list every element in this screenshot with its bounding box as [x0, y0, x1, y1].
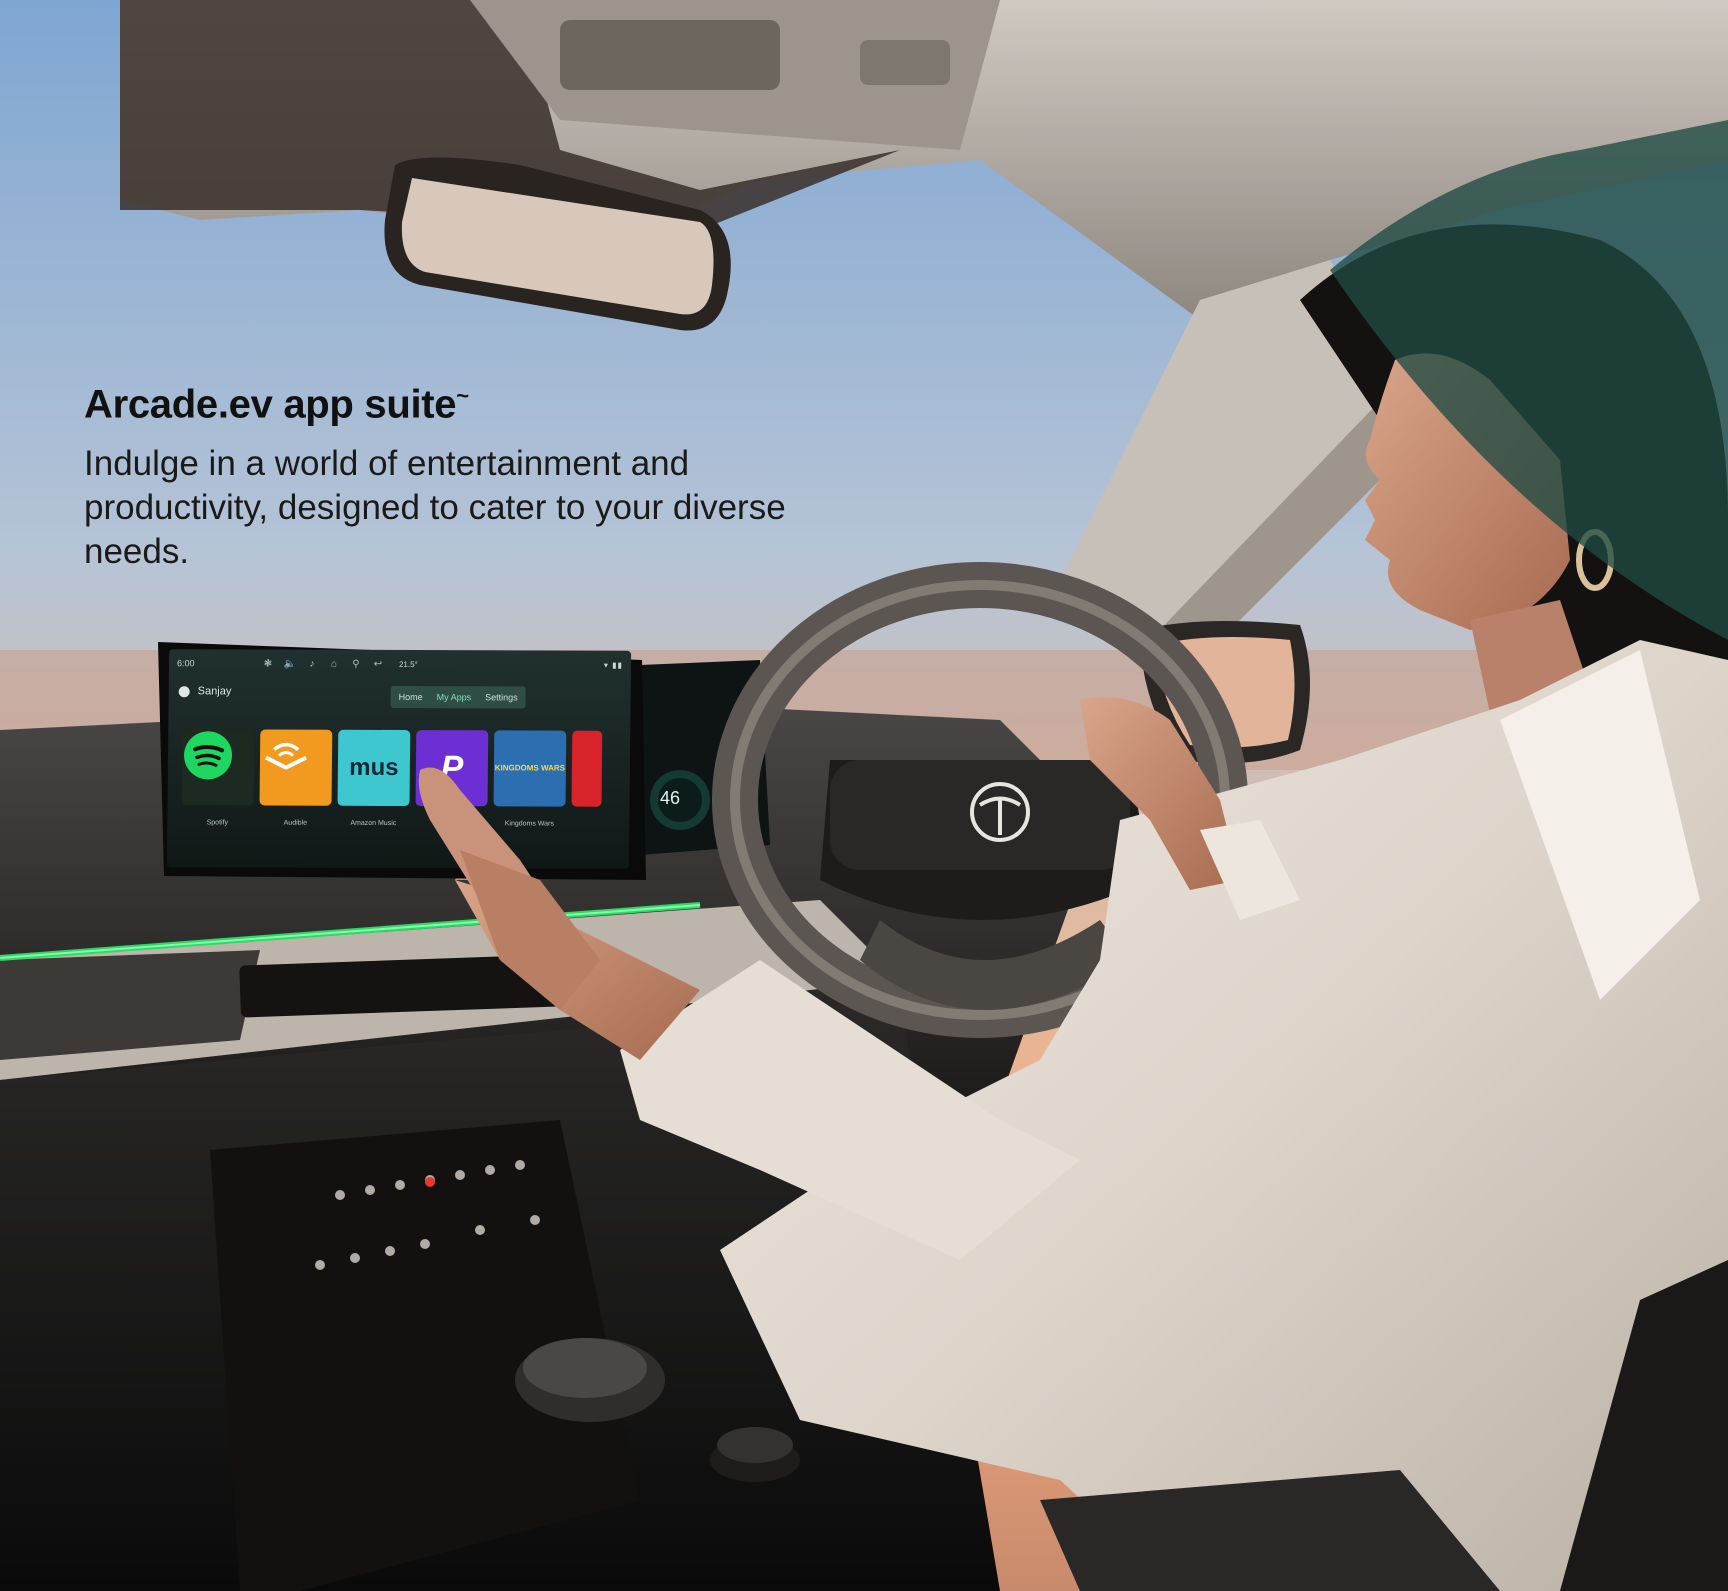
volume-icon[interactable]: 🔈 — [279, 658, 301, 669]
app-label-audible: Audible — [283, 819, 308, 827]
kingdoms-wars-logo: KINGDOMS WARS — [494, 763, 566, 773]
user-profile[interactable]: Sanjay — [178, 685, 232, 698]
user-name: Sanjay — [197, 685, 232, 698]
feature-title: Arcade.ev app suite~ — [84, 372, 804, 428]
feature-title-mark: ~ — [456, 383, 469, 408]
clock: 6:00 — [176, 658, 195, 669]
infotainment-screen: 6:00 ❃ 🔈 ♪ ⌂ ⚲ ↩ 21.5° ▾ ▮▮ Sanjay Home … — [166, 649, 632, 869]
amazon-music-wordmark: mus — [349, 753, 399, 781]
signal-icons: ▾ ▮▮ — [603, 660, 624, 670]
tab-my-apps[interactable]: My Apps — [437, 692, 472, 702]
app-label-empty — [415, 820, 487, 827]
app-label-spotify: Spotify — [206, 819, 229, 827]
status-bar: 6:00 ❃ 🔈 ♪ ⌂ ⚲ ↩ 21.5° ▾ ▮▮ — [169, 649, 631, 679]
app-grid: mus P KINGDOMS WARS — [181, 729, 603, 807]
search-icon[interactable]: ⚲ — [345, 658, 367, 669]
temperature: 21.5° — [398, 659, 418, 669]
tab-settings[interactable]: Settings — [485, 692, 518, 702]
spotify-icon — [184, 731, 233, 780]
app-labels: Spotify Audible Amazon Music Kingdoms Wa… — [181, 819, 565, 827]
feature-description: Indulge in a world of entertainment and … — [84, 444, 786, 572]
app-tile-purple[interactable]: P — [415, 730, 489, 807]
user-icon — [178, 685, 190, 697]
app-tile-spotify[interactable] — [181, 729, 255, 806]
feature-title-text: Arcade.ev app suite — [84, 382, 457, 427]
app-tile-amazon-music[interactable]: mus — [337, 729, 411, 807]
home-icon[interactable]: ⌂ — [323, 658, 345, 669]
fan-icon[interactable]: ❃ — [257, 658, 279, 669]
app-tile-red[interactable] — [571, 730, 603, 807]
car-interior-photo: 6:00 ❃ 🔈 ♪ ⌂ ⚲ ↩ 21.5° ▾ ▮▮ Sanjay Home … — [0, 0, 1728, 1591]
bell-icon[interactable]: ♪ — [301, 658, 323, 669]
screen-tabs: Home My Apps Settings — [390, 685, 526, 709]
app-label-kingdoms-wars: Kingdoms Wars — [504, 820, 554, 828]
app-label-amazon-music: Amazon Music — [350, 819, 397, 827]
audible-icon — [265, 742, 307, 770]
app-glyph-p: P — [440, 748, 464, 787]
tab-home[interactable]: Home — [399, 692, 423, 702]
cluster-readout: 46 — [660, 788, 681, 808]
feature-copy: Arcade.ev app suite~ Indulge in a world … — [84, 372, 804, 574]
back-icon[interactable]: ↩ — [367, 658, 389, 669]
app-tile-kingdoms-wars[interactable]: KINGDOMS WARS — [493, 730, 567, 807]
app-tile-audible[interactable] — [259, 729, 333, 806]
